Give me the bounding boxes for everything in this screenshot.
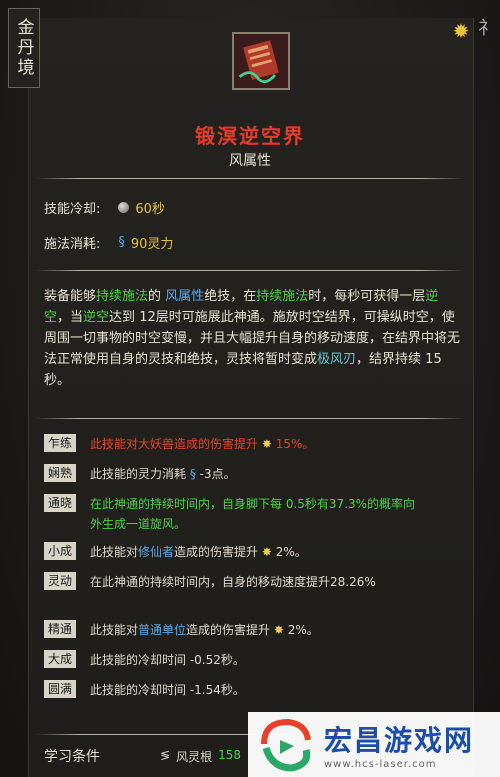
skill-attribute: 风属性 (229, 153, 271, 169)
cost-label: 施法消耗: (44, 237, 101, 252)
watermark: 宏昌游戏网 www.hcs-laser.com (248, 712, 500, 777)
tier-badge: 精通 (44, 620, 76, 638)
tier-row: 娴熟 此技能的灵力消耗 § -3点。 (44, 464, 236, 484)
tier-effect: 此技能对大妖兽造成的伤害提升 ✸ 15%。 (90, 434, 314, 454)
cost-value: 90灵力 (130, 237, 174, 252)
tier-effect-run: 15%。 (271, 437, 315, 451)
tier-effect-run: 此技能的冷却时间 (90, 683, 190, 697)
sun-icon: ✹ (452, 19, 470, 43)
cooldown-icon (118, 202, 130, 213)
description-run: 持续施法 (96, 289, 149, 304)
tier-effect: 此技能的灵力消耗 § -3点。 (90, 464, 236, 484)
description-run: ，结界持续 (356, 352, 426, 367)
cooldown-value: 60秒 (135, 202, 165, 217)
tier-effect-run: 2%。 (283, 623, 319, 637)
tier-effect-run: 造成的伤害提升 (174, 545, 262, 559)
tier-effect-run: -1.54秒。 (189, 683, 245, 697)
tier-row: 精通 此技能对普通单位造成的伤害提升 ✸ 2%。 (44, 620, 319, 640)
description-run: 达到 (109, 310, 140, 325)
tier-effect-run: 在此神通的持续时间内，自身的移动速度提升 (90, 575, 331, 589)
tier-effect-run: ✸ (273, 623, 284, 637)
cooldown-label: 技能冷却: (44, 202, 101, 217)
tier-effect-run: 此技能的灵力消耗 (90, 467, 190, 481)
tier-badge: 娴熟 (44, 464, 76, 482)
mana-icon: § (118, 235, 125, 250)
description-run: 逆空 (83, 310, 110, 325)
learn-condition: ≶ 风灵根 158 (160, 748, 241, 765)
divider (36, 418, 464, 419)
tier-row: 通晓 在此神通的持续时间内，自身脚下每 0.5秒有37.3%的概率向外生成一道旋风… (44, 494, 420, 534)
tier-badge: 通晓 (44, 494, 76, 512)
tier-effect-run: -0.52秒。 (189, 653, 245, 667)
tier-effect: 此技能对普通单位造成的伤害提升 ✸ 2%。 (90, 620, 319, 640)
cooldown-row: 技能冷却: 60秒 (44, 198, 165, 217)
wind-root-icon: ≶ (160, 748, 171, 762)
tier-effect-run: 此技能对大妖兽造成的伤害提升 (90, 437, 262, 451)
tier-effect-run: 修仙者 (138, 545, 175, 559)
cost-row: 施法消耗: § 90灵力 (44, 233, 173, 252)
tier-badge: 圆满 (44, 680, 76, 698)
tier-badge: 灵动 (44, 572, 76, 590)
tier-row: 大成 此技能的冷却时间 -0.52秒。 (44, 650, 245, 670)
watermark-name: 宏昌游戏网 (324, 724, 475, 757)
tier-row: 乍练 此技能对大妖兽造成的伤害提升 ✸ 15%。 (44, 434, 314, 454)
skill-icon (232, 32, 290, 90)
description-run: 的 (148, 289, 166, 304)
tier-effect: 此技能的冷却时间 -0.52秒。 (90, 650, 245, 670)
description-run: 风属性 (165, 289, 205, 304)
description-run: ，当 (57, 310, 84, 325)
realm-tab[interactable]: 金丹境 (8, 8, 40, 88)
tier-effect-run: 造成的伤害提升 (186, 623, 274, 637)
learn-condition-label: 学习条件 (44, 749, 100, 765)
skill-name: 锻溟逆空界 (195, 124, 305, 148)
tier-row: 小成 此技能对修仙者造成的伤害提升 ✸ 2%。 (44, 542, 307, 562)
divider (36, 178, 464, 179)
description-run: 装备能够 (44, 289, 97, 304)
tier-effect-run: 28.26% (330, 575, 376, 589)
description-run: 绝技，在 (204, 289, 257, 304)
tier-effect-run: 0.5秒有 (285, 497, 329, 511)
tier-effect-run: 普通单位 (138, 623, 187, 637)
watermark-logo-icon (261, 718, 311, 772)
watermark-url: www.hcs-laser.com (324, 759, 437, 770)
tier-badge: 小成 (44, 542, 76, 560)
tier-effect-run: -3点。 (195, 467, 236, 481)
tier-effect-run: 此技能的冷却时间 (90, 653, 190, 667)
tier-badge: 乍练 (44, 434, 76, 452)
requirement-value: 158 (218, 748, 241, 762)
skill-description: 装备能够持续施法的 风属性绝技，在持续施法时，每秒可获得一层逆空，当逆空达到 1… (44, 286, 464, 391)
skill-scroll-icon (234, 34, 288, 88)
tier-effect: 此技能的冷却时间 -1.54秒。 (90, 680, 245, 700)
tier-effect-run: 在此神通的持续时间内，自身脚下每 (90, 497, 286, 511)
tier-effect-run: 此技能对 (90, 623, 139, 637)
tier-row: 圆满 此技能的冷却时间 -1.54秒。 (44, 680, 245, 700)
requirement-name: 风灵根 (176, 750, 213, 764)
tier-effect-run: ✸ (261, 545, 272, 559)
tier-badge: 大成 (44, 650, 76, 668)
tier-effect: 在此神通的持续时间内，自身的移动速度提升28.26% (90, 572, 376, 592)
description-run: 持续施法 (256, 289, 309, 304)
tier-effect-run: 此技能对 (90, 545, 139, 559)
tier-effect: 在此神通的持续时间内，自身脚下每 0.5秒有37.3%的概率向外生成一道旋风。 (90, 494, 420, 534)
divider (36, 270, 464, 271)
description-run: 极风刃 (317, 352, 357, 367)
tier-row: 灵动 在此神通的持续时间内，自身的移动速度提升28.26% (44, 572, 376, 592)
corner-glyph: 礻 (478, 18, 496, 39)
tier-effect-run: 2%。 (271, 545, 307, 559)
tier-effect-run: ✸ (261, 437, 272, 451)
description-run: 时，每秒可获得一层 (308, 289, 426, 304)
tier-effect: 此技能对修仙者造成的伤害提升 ✸ 2%。 (90, 542, 307, 562)
